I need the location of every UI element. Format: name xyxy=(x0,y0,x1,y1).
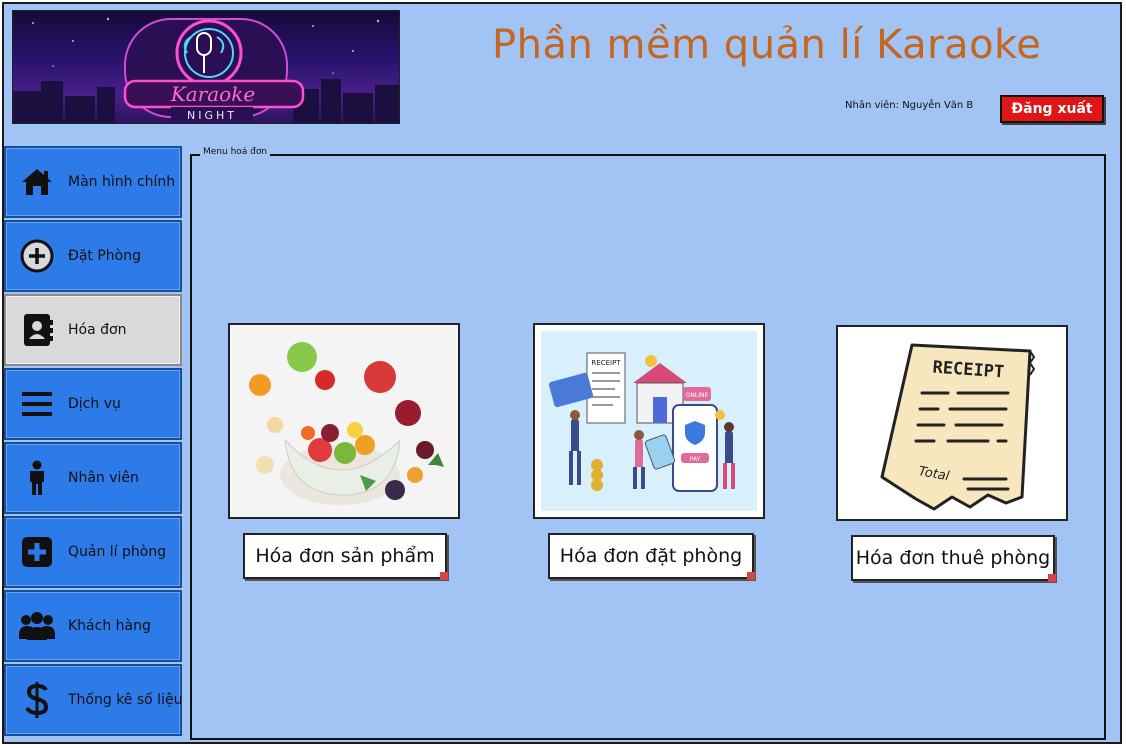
plus-circle-icon xyxy=(18,237,56,275)
contact-book-icon xyxy=(18,311,56,349)
resize-corner-icon xyxy=(747,572,755,580)
product-invoice-button[interactable]: Hóa đơn sản phẩm xyxy=(243,533,448,580)
logo-text: Karaoke xyxy=(170,82,255,106)
sidebar-item-booking[interactable]: Đặt Phòng xyxy=(4,220,182,292)
rental-invoice-button[interactable]: Hóa đơn thuê phòng xyxy=(851,535,1056,582)
resize-corner-icon xyxy=(1048,574,1056,582)
pay-word: PAY xyxy=(690,456,701,463)
product-invoice-label: Hóa đơn sản phẩm xyxy=(255,545,435,567)
resize-corner-icon xyxy=(440,572,448,580)
app-title: Phần mềm quản lí Karaoke xyxy=(492,22,1042,68)
sidebar-item-label: Khách hàng xyxy=(68,618,151,634)
menu-icon xyxy=(18,385,56,423)
booking-invoice-button[interactable]: Hóa đơn đặt phòng xyxy=(548,533,755,580)
sidebar-item-rooms[interactable]: Quản lí phòng xyxy=(4,516,182,588)
sidebar-item-invoice[interactable]: Hóa đơn xyxy=(4,294,182,366)
plus-square-icon xyxy=(18,533,56,571)
sidebar-item-customers[interactable]: Khách hàng xyxy=(4,590,182,662)
sidebar-item-label: Hóa đơn xyxy=(68,322,127,338)
logo-subtext: NIGHT xyxy=(187,109,237,122)
dollar-icon xyxy=(18,681,56,719)
sidebar-item-label: Thống kê số liệu xyxy=(68,692,183,708)
sidebar-item-label: Quản lí phòng xyxy=(68,544,167,560)
fruit-salad-image[interactable] xyxy=(228,323,460,519)
karaoke-logo: Karaoke NIGHT xyxy=(12,10,400,124)
sidebar-item-label: Nhân viên xyxy=(68,470,139,486)
paper-receipt-image[interactable]: RECEIPT Total xyxy=(836,325,1068,521)
sidebar-item-statistics[interactable]: Thống kê số liệu xyxy=(4,664,182,736)
logout-button[interactable]: Đăng xuất xyxy=(1000,95,1104,123)
person-icon xyxy=(18,459,56,497)
sidebar-item-label: Màn hình chính xyxy=(68,174,176,190)
users-icon xyxy=(18,607,56,645)
sidebar-item-label: Dịch vụ xyxy=(68,396,121,412)
sidebar-item-staff[interactable]: Nhân viên xyxy=(4,442,182,514)
sidebar-item-services[interactable]: Dịch vụ xyxy=(4,368,182,440)
sidebar-item-home[interactable]: Màn hình chính xyxy=(4,146,182,218)
rental-invoice-label: Hóa đơn thuê phòng xyxy=(855,547,1051,569)
online-payment-image[interactable]: RECEIPT ONLINE PAY xyxy=(533,323,765,519)
employee-label: Nhân viên: Nguyễn Văn B xyxy=(845,100,974,111)
receipt-word: RECEIPT xyxy=(591,359,621,367)
online-word: ONLINE xyxy=(686,392,709,399)
booking-invoice-label: Hóa đơn đặt phòng xyxy=(559,545,743,567)
home-icon xyxy=(18,163,56,201)
sidebar-item-label: Đặt Phòng xyxy=(68,248,142,264)
panel-legend: Menu hoá đơn xyxy=(200,147,271,157)
